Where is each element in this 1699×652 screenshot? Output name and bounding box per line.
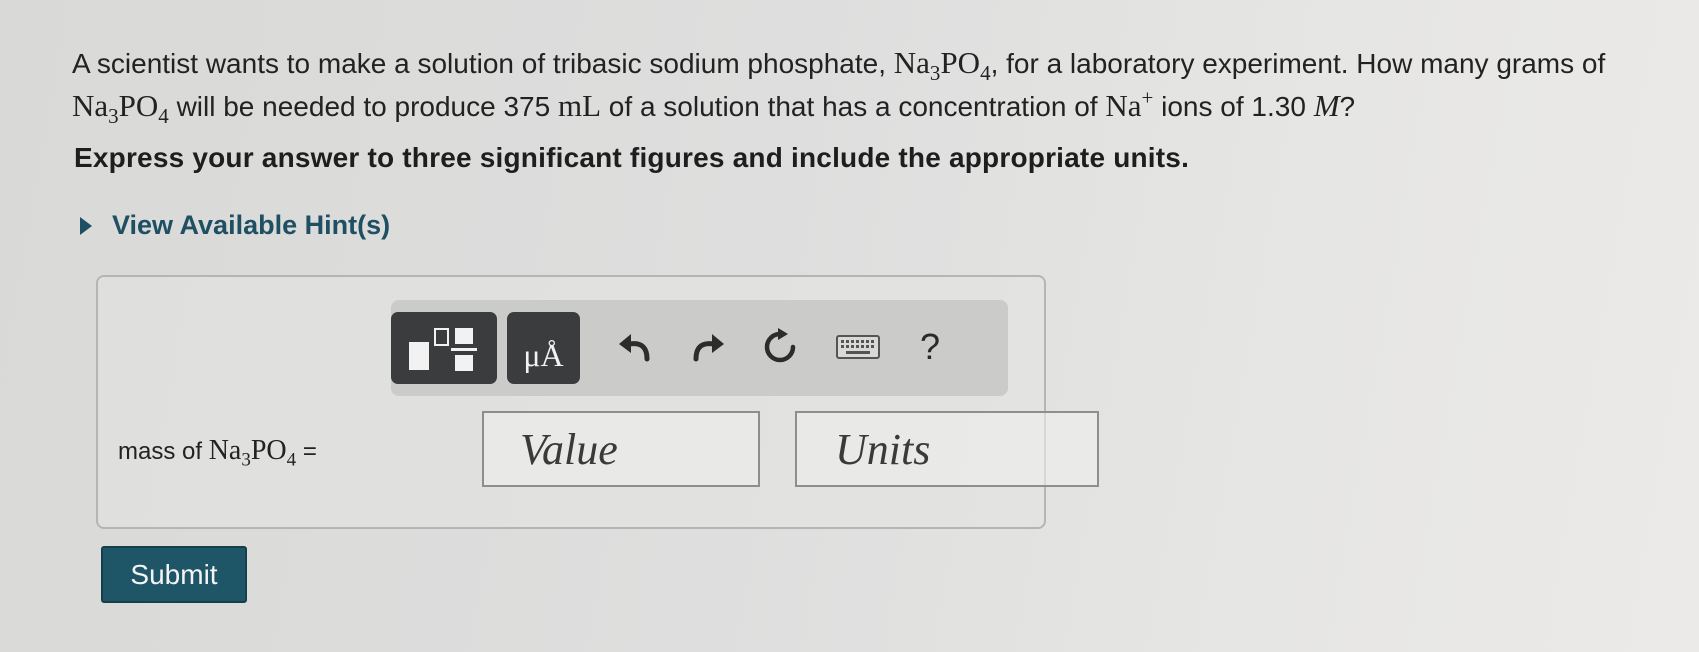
unit-ml: mL [557,88,602,123]
math-toolbar: μÅ ? [391,300,1008,396]
help-button[interactable]: ? [905,322,955,372]
reset-icon [764,328,796,363]
unit-molar: M [1313,88,1340,123]
keyboard-button[interactable] [833,322,883,372]
template-fraction-bar [451,348,477,351]
templates-button[interactable] [391,312,497,384]
submit-button[interactable]: Submit [101,546,247,603]
template-icon [409,342,429,370]
mass-answer-row: mass of Na3PO4 = [118,411,368,491]
caret-right-icon [80,216,92,235]
redo-button[interactable] [683,322,733,372]
answer-label: mass of Na3PO4 = [118,435,317,471]
question-text: A scientist wants to make a solution of … [72,45,1606,129]
redo-arrow-icon [693,334,724,362]
keyboard-icon [836,335,880,359]
template-superscript-icon [434,328,449,346]
template-fraction-icon [455,328,473,344]
hint-label: View Available Hint(s) [112,210,391,240]
instruction-text: Express your answer to three significant… [74,142,1190,173]
undo-button[interactable] [610,322,660,372]
answer-panel: μÅ ? mass of Na3PO4 = Value Units [96,275,1099,529]
reset-button[interactable] [755,322,805,372]
units-symbol: μÅ [523,337,564,373]
formula-na3po4: Na3PO4 [893,45,991,86]
view-hints-toggle[interactable]: View Available Hint(s) [80,210,390,241]
units-button[interactable]: μÅ [507,312,580,384]
template-fraction-bottom [455,355,473,371]
help-icon: ? [919,326,941,367]
undo-arrow-icon [619,334,650,362]
value-input[interactable]: Value [482,411,760,487]
units-input[interactable]: Units [795,411,1099,487]
formula-na-ion: Na+ [1105,85,1154,123]
formula-na3po4: Na3PO4 [72,88,169,129]
